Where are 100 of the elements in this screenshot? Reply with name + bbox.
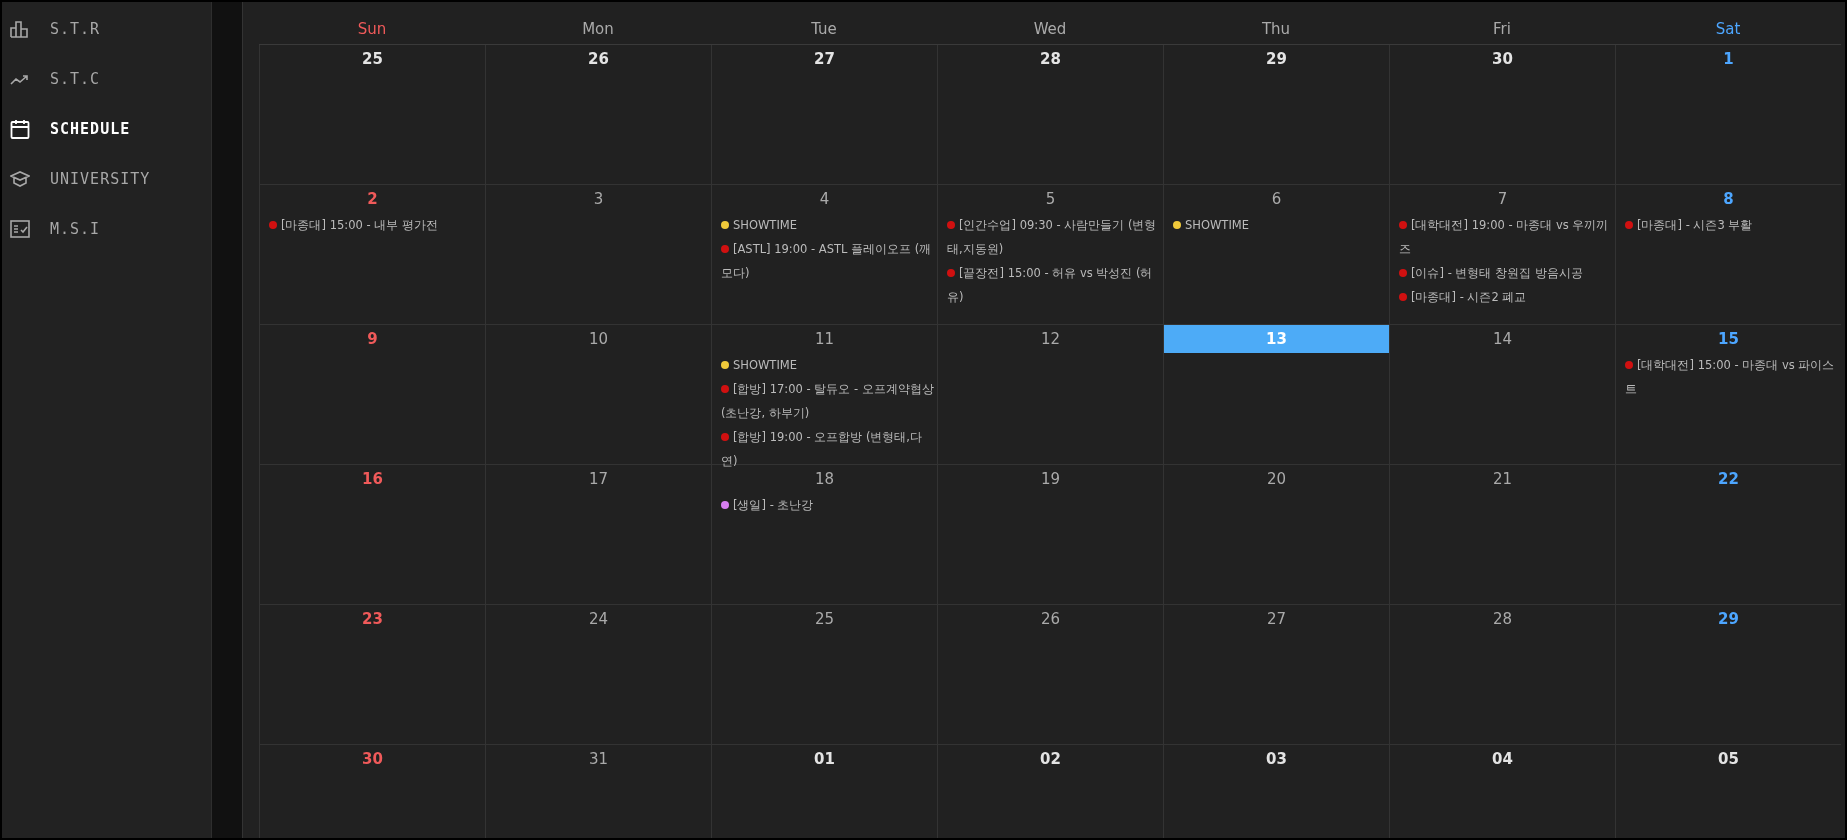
event-item[interactable]: [ASTL] 19:00 - ASTL 플레이오프 (깨모다) <box>721 237 934 285</box>
day-cell[interactable]: 16 <box>259 465 485 605</box>
day-number: 03 <box>1265 749 1288 770</box>
event-item[interactable]: [대학대전] 19:00 - 마종대 vs 우끼끼즈 <box>1399 213 1612 261</box>
event-item[interactable]: SHOWTIME <box>721 353 934 377</box>
bar-chart-icon <box>10 20 30 38</box>
event-item[interactable]: [이슈] - 변형태 창원집 방음시공 <box>1399 261 1612 285</box>
day-number: 16 <box>361 469 384 490</box>
day-number: 30 <box>1491 49 1514 70</box>
day-number: 25 <box>813 609 836 630</box>
day-number: 23 <box>361 609 384 630</box>
day-cell[interactable]: 9 <box>259 325 485 465</box>
day-number: 17 <box>587 469 610 490</box>
day-number: 21 <box>1491 469 1514 490</box>
day-cell[interactable]: 8 [마종대] - 시즌3 부활 <box>1615 185 1841 325</box>
day-number: 28 <box>1491 609 1514 630</box>
day-cell[interactable]: 7 [대학대전] 19:00 - 마종대 vs 우끼끼즈 [이슈] - 변형태 창원집 방음시공 [마종대] - 시즌2 폐교 <box>1389 185 1615 325</box>
weekday-label: Tue <box>711 2 937 45</box>
day-number: 05 <box>1717 749 1740 770</box>
day-number: 29 <box>1717 609 1740 630</box>
event-item[interactable]: [마종대] 15:00 - 내부 평가전 <box>269 213 482 237</box>
day-number: 13 <box>1164 325 1389 353</box>
day-number: 14 <box>1491 329 1514 350</box>
day-cell[interactable]: 25 <box>259 45 485 185</box>
event-item[interactable]: [생일] - 초난강 <box>721 493 934 517</box>
event-item[interactable]: [대학대전] 15:00 - 마종대 vs 파이스트 <box>1625 353 1838 401</box>
checklist-icon <box>10 220 30 238</box>
day-cell[interactable]: 24 <box>485 605 711 745</box>
day-number: 5 <box>1044 189 1057 210</box>
nav-item[interactable]: S.T.R <box>2 4 212 54</box>
day-number: 20 <box>1265 469 1288 490</box>
event-item[interactable]: [끝장전] 15:00 - 허유 vs 박성진 (허유) <box>947 261 1160 309</box>
day-number: 6 <box>1270 189 1283 210</box>
day-cell[interactable]: 15 [대학대전] 15:00 - 마종대 vs 파이스트 <box>1615 325 1841 465</box>
day-cell[interactable]: 30 <box>259 745 485 838</box>
day-cell[interactable]: 05 <box>1615 745 1841 838</box>
day-cell[interactable]: 29 <box>1163 45 1389 185</box>
day-cell[interactable]: 5 [인간수업] 09:30 - 사람만들기 (변형태,지동원) [끝장전] 15:00 - 허유 vs 박성진 (허유) <box>937 185 1163 325</box>
day-number: 31 <box>587 749 610 770</box>
day-number: 3 <box>592 189 605 210</box>
graduation-cap-icon <box>10 170 30 188</box>
event-item[interactable]: [마종대] - 시즌2 폐교 <box>1399 285 1612 309</box>
event-item[interactable]: [인간수업] 09:30 - 사람만들기 (변형태,지동원) <box>947 213 1160 261</box>
calendar-icon <box>10 119 30 139</box>
day-cell[interactable]: 17 <box>485 465 711 605</box>
day-cell[interactable]: 19 <box>937 465 1163 605</box>
day-cell[interactable]: 20 <box>1163 465 1389 605</box>
day-cell[interactable]: 10 <box>485 325 711 465</box>
day-number: 27 <box>813 49 836 70</box>
day-cell[interactable]: 27 <box>1163 605 1389 745</box>
day-cell[interactable]: 26 <box>485 45 711 185</box>
day-cell[interactable]: 12 <box>937 325 1163 465</box>
day-cell[interactable]: 22 <box>1615 465 1841 605</box>
event-item[interactable]: SHOWTIME <box>1173 213 1386 237</box>
event-item[interactable]: [합방] 17:00 - 탈듀오 - 오프계약협상 (초난강, 하부기) <box>721 377 934 425</box>
day-number: 10 <box>587 329 610 350</box>
day-cell[interactable]: 2 [마종대] 15:00 - 내부 평가전 <box>259 185 485 325</box>
day-cell[interactable]: 23 <box>259 605 485 745</box>
day-number: 02 <box>1039 749 1062 770</box>
day-cell[interactable]: 3 <box>485 185 711 325</box>
day-number: 2 <box>366 189 379 210</box>
event-item[interactable]: SHOWTIME <box>721 213 934 237</box>
nav-item[interactable]: S.T.C <box>2 54 212 104</box>
day-number: 11 <box>813 329 836 350</box>
nav-item[interactable]: M.S.I <box>2 204 212 254</box>
day-cell[interactable]: 04 <box>1389 745 1615 838</box>
day-cell[interactable]: 28 <box>937 45 1163 185</box>
day-number: 1 <box>1722 49 1735 70</box>
day-number: 8 <box>1722 189 1735 210</box>
day-number: 4 <box>818 189 831 210</box>
day-cell[interactable]: 27 <box>711 45 937 185</box>
weekday-label: Mon <box>485 2 711 45</box>
weekday-label: Fri <box>1389 2 1615 45</box>
day-cell[interactable]: 28 <box>1389 605 1615 745</box>
day-cell[interactable]: 4 SHOWTIME [ASTL] 19:00 - ASTL 플레이오프 (깨모다) <box>711 185 937 325</box>
day-cell[interactable]: 01 <box>711 745 937 838</box>
day-cell[interactable]: 25 <box>711 605 937 745</box>
day-number: 04 <box>1491 749 1514 770</box>
day-cell[interactable]: 03 <box>1163 745 1389 838</box>
day-number: 01 <box>813 749 836 770</box>
day-cell[interactable]: 21 <box>1389 465 1615 605</box>
event-item[interactable]: [마종대] - 시즌3 부활 <box>1625 213 1838 237</box>
day-cell[interactable]: 30 <box>1389 45 1615 185</box>
day-cell[interactable]: 29 <box>1615 605 1841 745</box>
day-cell[interactable]: 1 <box>1615 45 1841 185</box>
day-number: 19 <box>1039 469 1062 490</box>
nav-item[interactable]: UNIVERSITY <box>2 154 212 204</box>
day-cell[interactable]: 11 SHOWTIME [합방] 17:00 - 탈듀오 - 오프계약협상 (초난강, 하부기) [합방] 19:00 - 오프합방 (변형태,다연) <box>711 325 937 465</box>
day-cell[interactable]: 31 <box>485 745 711 838</box>
day-cell[interactable]: 26 <box>937 605 1163 745</box>
day-number: 24 <box>587 609 610 630</box>
nav-item[interactable]: SCHEDULE <box>2 104 212 154</box>
day-number: 28 <box>1039 49 1062 70</box>
weekday-label: Thu <box>1163 2 1389 45</box>
day-number: 30 <box>361 749 384 770</box>
day-number: 22 <box>1717 469 1740 490</box>
day-number: 15 <box>1717 329 1740 350</box>
day-cell[interactable]: 02 <box>937 745 1163 838</box>
day-cell[interactable]: 14 <box>1389 325 1615 465</box>
weekday-label: Wed <box>937 2 1163 45</box>
